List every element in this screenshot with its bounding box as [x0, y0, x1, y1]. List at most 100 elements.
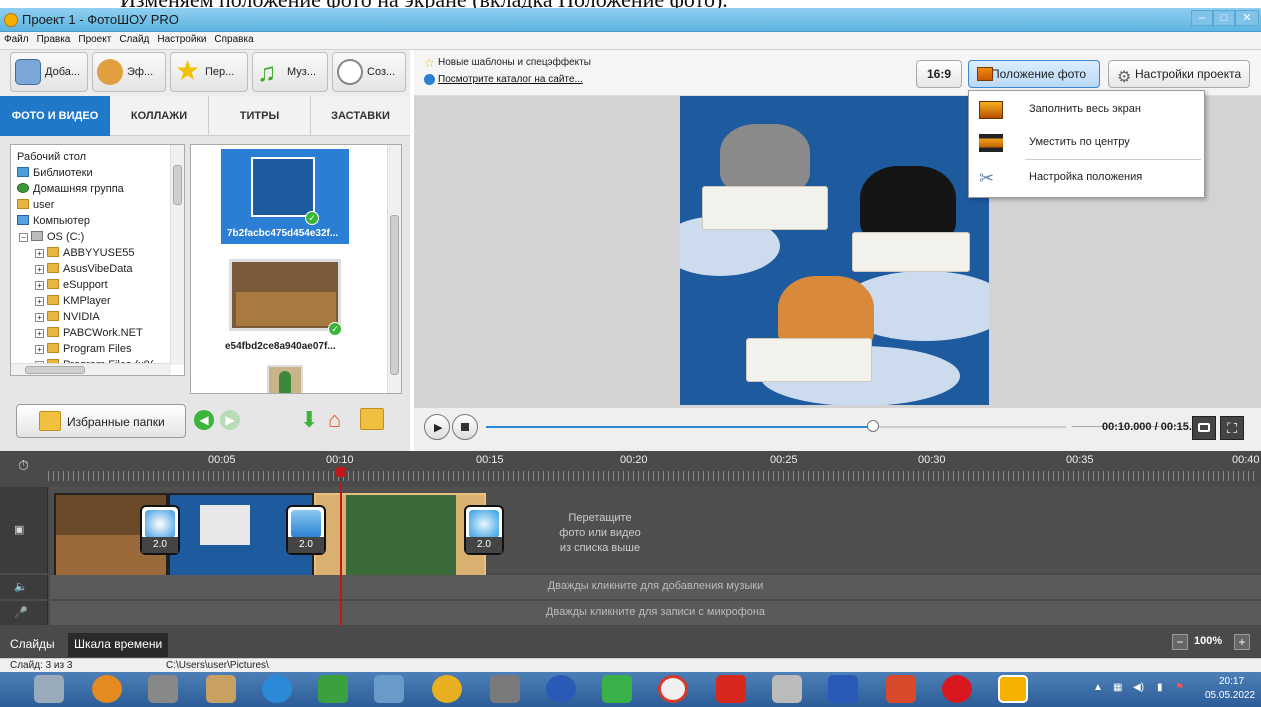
- tab-transitions[interactable]: ★ Пер...: [170, 52, 248, 92]
- thumb-item[interactable]: [267, 365, 303, 393]
- fullscreen-button[interactable]: ⛶: [1220, 416, 1244, 440]
- a-app-icon[interactable]: [602, 675, 632, 703]
- tree-item-folder[interactable]: + KMPlayer: [35, 293, 111, 309]
- menu-item-fit-center[interactable]: Уместить по центру: [969, 128, 1204, 158]
- expand-icon[interactable]: +: [35, 329, 44, 338]
- transition-tile[interactable]: 2.0: [140, 505, 180, 555]
- zoom-in-button[interactable]: +: [1234, 634, 1250, 650]
- tree-item-desktop[interactable]: Рабочий стол: [17, 149, 86, 165]
- headphones-app-icon[interactable]: [546, 675, 576, 703]
- catalog-link[interactable]: Посмотрите каталог на сайте...: [438, 74, 583, 85]
- zoom-out-button[interactable]: −: [1172, 634, 1188, 650]
- subtab-intros[interactable]: ЗАСТАВКИ: [310, 96, 410, 136]
- menu-item-position-settings[interactable]: ✂ Настройка положения: [969, 163, 1204, 193]
- tree-item-folder[interactable]: + PABCWork.NET: [35, 325, 143, 341]
- tab-timeline[interactable]: Шкала времени: [68, 633, 169, 657]
- signal-icon[interactable]: ▮: [1157, 682, 1163, 693]
- back-arrow-icon[interactable]: ◀: [194, 410, 214, 430]
- subtab-photo-video[interactable]: ФОТО И ВИДЕО: [0, 96, 110, 136]
- forward-arrow-icon[interactable]: ▶: [220, 410, 240, 430]
- thumb-item[interactable]: ✓: [229, 259, 342, 336]
- expand-icon[interactable]: +: [35, 265, 44, 274]
- audio-app-icon[interactable]: [490, 675, 520, 703]
- hscroll-thumb[interactable]: [25, 366, 85, 374]
- fotoshow-app-icon[interactable]: [998, 675, 1028, 703]
- chrome-app-icon[interactable]: [658, 675, 688, 703]
- photo-position-button[interactable]: Положение фото: [968, 60, 1100, 88]
- scroll-thumb[interactable]: [390, 215, 399, 375]
- transition-tile[interactable]: 2.0: [464, 505, 504, 555]
- clock-time[interactable]: 20:17: [1219, 676, 1244, 687]
- tree-item-os-c[interactable]: − OS (C:): [19, 229, 84, 245]
- subtab-collages[interactable]: КОЛЛАЖИ: [110, 96, 208, 136]
- aspect-ratio-button[interactable]: 16:9: [916, 60, 962, 88]
- menu-slide[interactable]: Слайд: [115, 32, 153, 45]
- tree-item-libraries[interactable]: Библиотеки: [17, 165, 93, 181]
- collapse-icon[interactable]: −: [19, 233, 28, 242]
- timeline-ruler[interactable]: ⏱ 00:05 00:10 00:15 00:20 00:25 00:30 00…: [0, 451, 1261, 483]
- menu-settings[interactable]: Настройки: [153, 32, 210, 45]
- paint-brush-app-icon[interactable]: [374, 675, 404, 703]
- menu-project[interactable]: Проект: [74, 32, 115, 45]
- media-app-icon[interactable]: [432, 675, 462, 703]
- tree-hscrollbar[interactable]: [11, 363, 171, 375]
- tree-item-homegroup[interactable]: Домашняя группа: [17, 181, 124, 197]
- powerpoint-app-icon[interactable]: [886, 675, 916, 703]
- thumb-item-selected[interactable]: ✓ 7b2facbc475d454e32f...: [221, 149, 349, 244]
- tree-item-folder[interactable]: + Program Files: [35, 341, 131, 357]
- tree-item-folder[interactable]: + eSupport: [35, 277, 108, 293]
- expand-icon[interactable]: +: [35, 313, 44, 322]
- menu-item-fill-screen[interactable]: Заполнить весь экран: [969, 95, 1204, 125]
- tab-create[interactable]: Соз...: [332, 52, 406, 92]
- folder-add-icon[interactable]: [360, 408, 384, 430]
- minimize-button[interactable]: –: [1191, 10, 1213, 26]
- home-up-icon[interactable]: ⌂: [328, 408, 350, 432]
- expand-icon[interactable]: +: [35, 281, 44, 290]
- maximize-button[interactable]: □: [1213, 10, 1235, 26]
- folder-tree[interactable]: Рабочий стол Библиотеки Домашняя группа …: [10, 144, 185, 376]
- pdf-reader-icon[interactable]: [716, 675, 746, 703]
- music-lane[interactable]: Дважды кликните для добавления музыки: [50, 575, 1261, 599]
- game-app-icon[interactable]: [148, 675, 178, 703]
- expand-icon[interactable]: +: [35, 345, 44, 354]
- video-lane[interactable]: 2.0 2.0 2.0 Перетащите фото или видео из…: [50, 487, 1261, 577]
- project-settings-button[interactable]: ⚙ Настройки проекта: [1108, 60, 1250, 88]
- tab-slides[interactable]: Слайды: [4, 633, 61, 657]
- menu-edit[interactable]: Правка: [33, 32, 75, 45]
- menu-help[interactable]: Справка: [210, 32, 257, 45]
- internet-explorer-icon[interactable]: [262, 675, 292, 703]
- tab-music[interactable]: ♫ Муз...: [252, 52, 328, 92]
- stop-button[interactable]: [452, 414, 478, 440]
- opera-app-icon[interactable]: [942, 675, 972, 703]
- tree-item-folder[interactable]: + NVIDIA: [35, 309, 100, 325]
- play-button[interactable]: ▶: [424, 414, 450, 440]
- playhead-marker[interactable]: [336, 467, 346, 477]
- expand-icon[interactable]: +: [35, 249, 44, 258]
- paint-app-icon[interactable]: [206, 675, 236, 703]
- expand-icon[interactable]: +: [35, 297, 44, 306]
- menu-file[interactable]: Файл: [0, 32, 33, 45]
- tree-scrollbar[interactable]: [170, 145, 184, 365]
- thumb-scrollbar[interactable]: [387, 145, 401, 393]
- calc-app-icon[interactable]: [772, 675, 802, 703]
- scroll-thumb[interactable]: [173, 165, 182, 205]
- photo-app-icon[interactable]: [318, 675, 348, 703]
- tab-add[interactable]: Доба...: [10, 52, 88, 92]
- tree-item-folder[interactable]: + AsusVibeData: [35, 261, 133, 277]
- seek-handle[interactable]: [866, 420, 879, 432]
- tree-item-computer[interactable]: Компьютер: [17, 213, 90, 229]
- word-app-icon[interactable]: [828, 675, 858, 703]
- snapshot-button[interactable]: [1192, 416, 1216, 440]
- tree-item-user[interactable]: user: [17, 197, 54, 213]
- favorite-folders-button[interactable]: Избранные папки: [16, 404, 186, 438]
- down-arrow-icon[interactable]: ⬇: [300, 408, 322, 432]
- subtab-titles[interactable]: ТИТРЫ: [208, 96, 310, 136]
- calculator-app-icon[interactable]: [34, 675, 64, 703]
- clock-date[interactable]: 05.05.2022: [1205, 690, 1255, 701]
- flag-icon[interactable]: ⚑: [1175, 682, 1184, 693]
- seek-bar[interactable]: [486, 420, 1066, 432]
- tree-item-folder[interactable]: + ABBYYUSE55: [35, 245, 135, 261]
- mic-lane[interactable]: Дважды кликните для записи с микрофона: [50, 601, 1261, 625]
- tray-arrow-icon[interactable]: ▲: [1093, 682, 1103, 693]
- tab-effects[interactable]: Эф...: [92, 52, 166, 92]
